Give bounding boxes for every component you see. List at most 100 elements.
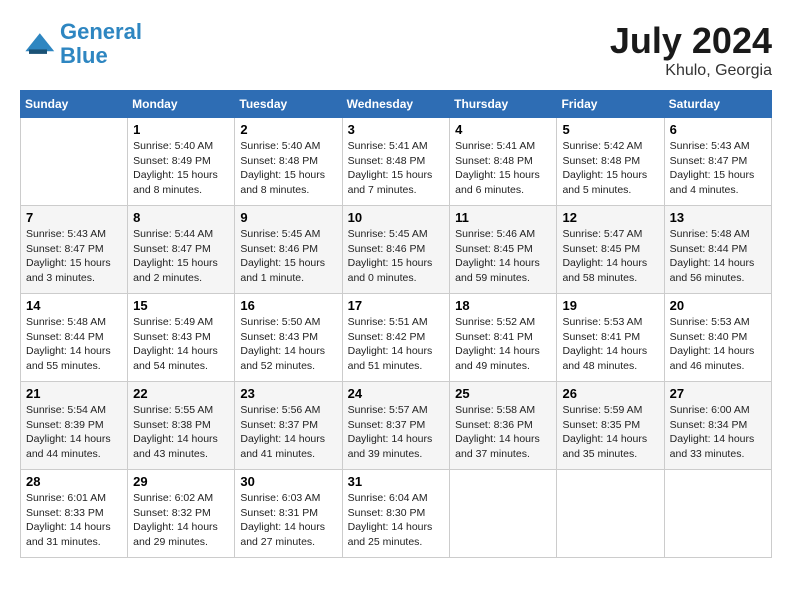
day-number: 29 bbox=[133, 474, 229, 489]
day-number: 3 bbox=[348, 122, 445, 137]
day-number: 25 bbox=[455, 386, 551, 401]
day-number: 15 bbox=[133, 298, 229, 313]
day-info: Sunrise: 5:41 AM Sunset: 8:48 PM Dayligh… bbox=[348, 139, 445, 198]
calendar-day-cell: 3 Sunrise: 5:41 AM Sunset: 8:48 PM Daylig… bbox=[342, 118, 450, 206]
day-number: 21 bbox=[26, 386, 122, 401]
weekday-header-cell: Monday bbox=[128, 91, 235, 118]
day-number: 19 bbox=[562, 298, 658, 313]
day-number: 2 bbox=[240, 122, 336, 137]
calendar-day-cell: 29 Sunrise: 6:02 AM Sunset: 8:32 PM Dayli… bbox=[128, 470, 235, 558]
day-info: Sunrise: 5:49 AM Sunset: 8:43 PM Dayligh… bbox=[133, 315, 229, 374]
calendar-day-cell: 12Sunrise: 5:47 AM Sunset: 8:45 PM Dayli… bbox=[557, 206, 664, 294]
calendar-week-row: 21Sunrise: 5:54 AM Sunset: 8:39 PM Dayli… bbox=[21, 382, 772, 470]
day-number: 24 bbox=[348, 386, 445, 401]
day-number: 17 bbox=[348, 298, 445, 313]
day-number: 18 bbox=[455, 298, 551, 313]
calendar-day-cell: 7 Sunrise: 5:43 AM Sunset: 8:47 PM Daylig… bbox=[21, 206, 128, 294]
day-info: Sunrise: 5:40 AM Sunset: 8:48 PM Dayligh… bbox=[240, 139, 336, 198]
calendar-day-cell: 11 Sunrise: 5:46 AM Sunset: 8:45 PM Dayli… bbox=[450, 206, 557, 294]
calendar-day-cell: 6 Sunrise: 5:43 AM Sunset: 8:47 PM Daylig… bbox=[664, 118, 771, 206]
calendar-day-cell: 1 Sunrise: 5:40 AM Sunset: 8:49 PM Daylig… bbox=[128, 118, 235, 206]
weekday-header-cell: Tuesday bbox=[235, 91, 342, 118]
day-number: 13 bbox=[670, 210, 766, 225]
calendar-week-row: 14 Sunrise: 5:48 AM Sunset: 8:44 PM Dayli… bbox=[21, 294, 772, 382]
calendar-day-cell: 25 Sunrise: 5:58 AM Sunset: 8:36 PM Dayli… bbox=[450, 382, 557, 470]
day-number: 11 bbox=[455, 210, 551, 225]
day-info: Sunrise: 5:59 AM Sunset: 8:35 PM Dayligh… bbox=[562, 403, 658, 462]
day-info: Sunrise: 6:00 AM Sunset: 8:34 PM Dayligh… bbox=[670, 403, 766, 462]
day-number: 14 bbox=[26, 298, 122, 313]
day-info: Sunrise: 5:43 AM Sunset: 8:47 PM Dayligh… bbox=[670, 139, 766, 198]
calendar-day-cell: 20 Sunrise: 5:53 AM Sunset: 8:40 PM Dayli… bbox=[664, 294, 771, 382]
calendar-day-cell: 14 Sunrise: 5:48 AM Sunset: 8:44 PM Dayli… bbox=[21, 294, 128, 382]
calendar-day-cell: 23 Sunrise: 5:56 AM Sunset: 8:37 PM Dayli… bbox=[235, 382, 342, 470]
day-number: 27 bbox=[670, 386, 766, 401]
calendar-week-row: 7 Sunrise: 5:43 AM Sunset: 8:47 PM Daylig… bbox=[21, 206, 772, 294]
weekday-header-cell: Wednesday bbox=[342, 91, 450, 118]
calendar-day-cell: 4 Sunrise: 5:41 AM Sunset: 8:48 PM Daylig… bbox=[450, 118, 557, 206]
logo: General Blue bbox=[20, 20, 142, 68]
day-number: 20 bbox=[670, 298, 766, 313]
day-info: Sunrise: 5:44 AM Sunset: 8:47 PM Dayligh… bbox=[133, 227, 229, 286]
location-subtitle: Khulo, Georgia bbox=[610, 62, 772, 80]
day-info: Sunrise: 5:57 AM Sunset: 8:37 PM Dayligh… bbox=[348, 403, 445, 462]
calendar-day-cell: 22Sunrise: 5:55 AM Sunset: 8:38 PM Dayli… bbox=[128, 382, 235, 470]
calendar-day-cell: 2 Sunrise: 5:40 AM Sunset: 8:48 PM Daylig… bbox=[235, 118, 342, 206]
day-info: Sunrise: 6:04 AM Sunset: 8:30 PM Dayligh… bbox=[348, 491, 445, 550]
calendar-week-row: 1 Sunrise: 5:40 AM Sunset: 8:49 PM Daylig… bbox=[21, 118, 772, 206]
day-info: Sunrise: 5:41 AM Sunset: 8:48 PM Dayligh… bbox=[455, 139, 551, 198]
day-number: 7 bbox=[26, 210, 122, 225]
calendar-day-cell: 26Sunrise: 5:59 AM Sunset: 8:35 PM Dayli… bbox=[557, 382, 664, 470]
calendar-day-cell: 9 Sunrise: 5:45 AM Sunset: 8:46 PM Daylig… bbox=[235, 206, 342, 294]
weekday-header-row: SundayMondayTuesdayWednesdayThursdayFrid… bbox=[21, 91, 772, 118]
day-number: 16 bbox=[240, 298, 336, 313]
calendar-day-cell: 8 Sunrise: 5:44 AM Sunset: 8:47 PM Daylig… bbox=[128, 206, 235, 294]
day-info: Sunrise: 5:43 AM Sunset: 8:47 PM Dayligh… bbox=[26, 227, 122, 286]
weekday-header-cell: Thursday bbox=[450, 91, 557, 118]
calendar-body: 1 Sunrise: 5:40 AM Sunset: 8:49 PM Daylig… bbox=[21, 118, 772, 558]
calendar-day-cell: 10 Sunrise: 5:45 AM Sunset: 8:46 PM Dayli… bbox=[342, 206, 450, 294]
calendar-day-cell: 5Sunrise: 5:42 AM Sunset: 8:48 PM Daylig… bbox=[557, 118, 664, 206]
logo-text: General Blue bbox=[60, 20, 142, 68]
day-info: Sunrise: 5:40 AM Sunset: 8:49 PM Dayligh… bbox=[133, 139, 229, 198]
day-info: Sunrise: 6:02 AM Sunset: 8:32 PM Dayligh… bbox=[133, 491, 229, 550]
calendar-day-cell: 13Sunrise: 5:48 AM Sunset: 8:44 PM Dayli… bbox=[664, 206, 771, 294]
day-number: 1 bbox=[133, 122, 229, 137]
day-info: Sunrise: 5:45 AM Sunset: 8:46 PM Dayligh… bbox=[348, 227, 445, 286]
calendar-day-cell: 30Sunrise: 6:03 AM Sunset: 8:31 PM Dayli… bbox=[235, 470, 342, 558]
calendar-day-cell bbox=[664, 470, 771, 558]
day-info: Sunrise: 5:58 AM Sunset: 8:36 PM Dayligh… bbox=[455, 403, 551, 462]
calendar-table: SundayMondayTuesdayWednesdayThursdayFrid… bbox=[20, 90, 772, 558]
day-info: Sunrise: 6:01 AM Sunset: 8:33 PM Dayligh… bbox=[26, 491, 122, 550]
day-number: 10 bbox=[348, 210, 445, 225]
calendar-day-cell: 18 Sunrise: 5:52 AM Sunset: 8:41 PM Dayli… bbox=[450, 294, 557, 382]
weekday-header-cell: Saturday bbox=[664, 91, 771, 118]
day-info: Sunrise: 5:53 AM Sunset: 8:40 PM Dayligh… bbox=[670, 315, 766, 374]
day-number: 9 bbox=[240, 210, 336, 225]
day-number: 6 bbox=[670, 122, 766, 137]
day-info: Sunrise: 5:53 AM Sunset: 8:41 PM Dayligh… bbox=[562, 315, 658, 374]
day-number: 12 bbox=[562, 210, 658, 225]
day-number: 23 bbox=[240, 386, 336, 401]
day-info: Sunrise: 5:42 AM Sunset: 8:48 PM Dayligh… bbox=[562, 139, 658, 198]
calendar-day-cell: 28Sunrise: 6:01 AM Sunset: 8:33 PM Dayli… bbox=[21, 470, 128, 558]
calendar-day-cell bbox=[450, 470, 557, 558]
day-number: 4 bbox=[455, 122, 551, 137]
calendar-week-row: 28Sunrise: 6:01 AM Sunset: 8:33 PM Dayli… bbox=[21, 470, 772, 558]
day-info: Sunrise: 5:52 AM Sunset: 8:41 PM Dayligh… bbox=[455, 315, 551, 374]
day-info: Sunrise: 5:48 AM Sunset: 8:44 PM Dayligh… bbox=[26, 315, 122, 374]
day-info: Sunrise: 5:55 AM Sunset: 8:38 PM Dayligh… bbox=[133, 403, 229, 462]
calendar-day-cell: 19 Sunrise: 5:53 AM Sunset: 8:41 PM Dayli… bbox=[557, 294, 664, 382]
day-number: 31 bbox=[348, 474, 445, 489]
day-info: Sunrise: 5:50 AM Sunset: 8:43 PM Dayligh… bbox=[240, 315, 336, 374]
day-info: Sunrise: 5:45 AM Sunset: 8:46 PM Dayligh… bbox=[240, 227, 336, 286]
day-info: Sunrise: 5:46 AM Sunset: 8:45 PM Dayligh… bbox=[455, 227, 551, 286]
weekday-header-cell: Sunday bbox=[21, 91, 128, 118]
day-number: 8 bbox=[133, 210, 229, 225]
calendar-day-cell: 15 Sunrise: 5:49 AM Sunset: 8:43 PM Dayli… bbox=[128, 294, 235, 382]
day-info: Sunrise: 5:56 AM Sunset: 8:37 PM Dayligh… bbox=[240, 403, 336, 462]
calendar-day-cell: 16 Sunrise: 5:50 AM Sunset: 8:43 PM Dayli… bbox=[235, 294, 342, 382]
calendar-day-cell: 24 Sunrise: 5:57 AM Sunset: 8:37 PM Dayli… bbox=[342, 382, 450, 470]
day-number: 30 bbox=[240, 474, 336, 489]
calendar-day-cell bbox=[21, 118, 128, 206]
